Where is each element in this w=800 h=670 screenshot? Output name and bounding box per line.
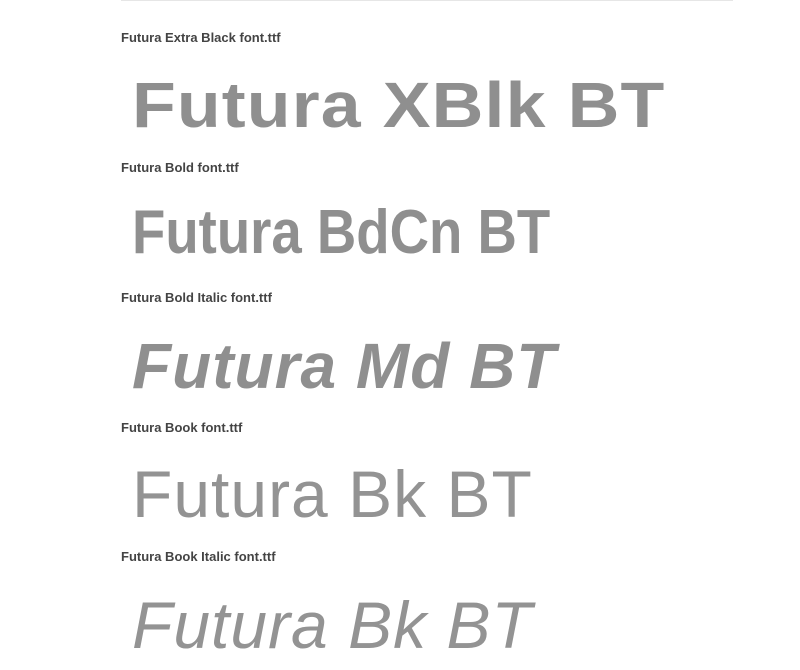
font-file-label: Futura Book font.ttf bbox=[121, 420, 243, 435]
font-file-label: Futura Bold font.ttf bbox=[121, 160, 239, 175]
font-file-label: Futura Bold Italic font.ttf bbox=[121, 290, 272, 305]
font-file-label: Futura Book Italic font.ttf bbox=[121, 549, 276, 564]
top-divider bbox=[121, 0, 733, 1]
font-sample-preview: Futura XBlk BT bbox=[132, 69, 666, 141]
font-sample-preview: Futura Md BT bbox=[132, 330, 557, 402]
font-file-label: Futura Extra Black font.ttf bbox=[121, 30, 281, 45]
font-sample-preview: Futura BdCn BT bbox=[132, 198, 551, 267]
font-sample-preview: Futura Bk BT bbox=[132, 588, 533, 662]
font-sample-preview: Futura Bk BT bbox=[132, 457, 533, 531]
